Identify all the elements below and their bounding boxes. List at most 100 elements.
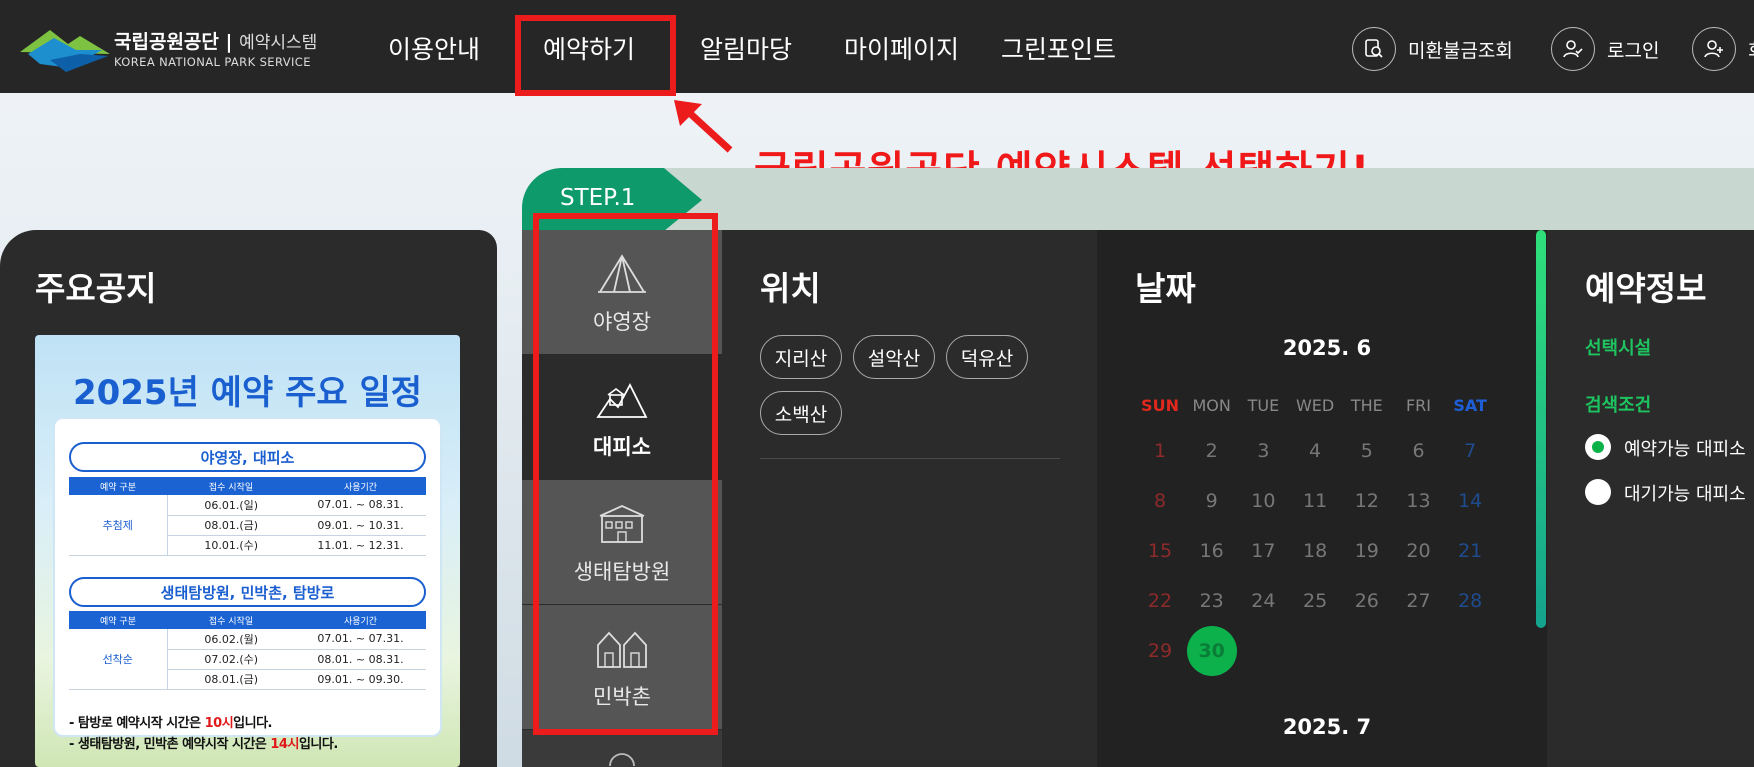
radio-available[interactable]: [1585, 434, 1611, 460]
month-label: 2025. 7: [1282, 715, 1372, 739]
reservation-info-title: 예약정보: [1585, 269, 1707, 308]
calendar-day[interactable]: 2: [1187, 426, 1237, 476]
selected-facility-label: 선택시설: [1585, 338, 1652, 359]
calendar-day[interactable]: 13: [1394, 476, 1444, 526]
mountain-logo-icon: [20, 30, 110, 72]
calendar-day[interactable]: 8: [1135, 476, 1185, 526]
calendar-day[interactable]: 22: [1135, 576, 1185, 626]
poster-note-2: - 생태탐방원, 민박촌 예약시작 시간은 14시입니다.: [69, 737, 338, 752]
month-label: 2025. 6: [1282, 336, 1372, 360]
calendar-day[interactable]: 28: [1445, 576, 1495, 626]
nav-highlight-box: [515, 15, 676, 96]
weekday-header: WED: [1295, 396, 1335, 415]
poster-title: 2025년 예약 주요 일정: [72, 373, 423, 413]
calendar-day[interactable]: 5: [1342, 426, 1392, 476]
location-chip-deogyusan[interactable]: 덕유산: [946, 335, 1028, 379]
location-chip-seoraksan[interactable]: 설악산: [853, 335, 935, 379]
calendar-day[interactable]: 27: [1394, 576, 1444, 626]
radio-waitlist[interactable]: [1585, 479, 1611, 505]
calendar-day[interactable]: 25: [1290, 576, 1340, 626]
calendar-day[interactable]: 1: [1135, 426, 1185, 476]
col-header: 예약 구분: [69, 611, 167, 629]
calendar-day[interactable]: 12: [1342, 476, 1392, 526]
login-button[interactable]: 로그인: [1551, 27, 1659, 71]
table-cell: 06.02.(월): [167, 629, 295, 650]
calendar-day[interactable]: 4: [1290, 426, 1340, 476]
weekday-header: SAT: [1453, 396, 1487, 415]
logo-title: 국립공원공단 | 예약시스템: [114, 31, 318, 53]
weekday-header: MON: [1192, 396, 1231, 415]
weekday-header: TUE: [1247, 396, 1280, 415]
calendar-day[interactable]: 20: [1394, 526, 1444, 576]
schedule-poster[interactable]: 2025년 예약 주요 일정 야영장, 대피소 예약 구분 접수 시작일 사용기…: [35, 335, 460, 767]
scrollbar[interactable]: [1536, 230, 1546, 628]
table-cell: 11.01. ~ 12.31.: [295, 535, 426, 556]
nav-guide[interactable]: 이용안내: [388, 30, 480, 66]
calendar-day[interactable]: 16: [1187, 526, 1237, 576]
top-navigation-bar: 국립공원공단 | 예약시스템 KOREA NATIONAL PARK SERVI…: [0, 0, 1754, 93]
table-cell: 06.01.(일): [167, 495, 295, 516]
search-condition-label: 검색조건: [1585, 395, 1652, 416]
calendar-day[interactable]: 14: [1445, 476, 1495, 526]
table-cell: 08.01. ~ 08.31.: [295, 649, 426, 670]
poster-table-1: 예약 구분 접수 시작일 사용기간 추첨제 06.01.(일) 07.01. ~…: [69, 477, 426, 556]
table-cell: 07.01. ~ 08.31.: [295, 495, 426, 516]
location-panel: [722, 230, 1097, 767]
col-header: 접수 시작일: [167, 611, 295, 629]
arrow-icon: [674, 100, 733, 153]
table-row: 선착순 06.02.(월) 07.01. ~ 07.31.: [69, 629, 426, 690]
table-row: 추첨제 06.01.(일) 07.01. ~ 08.31.: [69, 495, 426, 556]
calendar-day[interactable]: 9: [1187, 476, 1237, 526]
calendar-day[interactable]: 15: [1135, 526, 1185, 576]
knps-logo[interactable]: 국립공원공단 | 예약시스템 KOREA NATIONAL PARK SERVI…: [20, 22, 340, 74]
table-cell: 10.01.(수): [167, 535, 295, 556]
location-chip-sobaeksan[interactable]: 소백산: [760, 391, 842, 435]
col-header: 접수 시작일: [167, 477, 295, 495]
calendar-day[interactable]: 23: [1187, 576, 1237, 626]
refund-inquiry-button[interactable]: 미환불금조회: [1352, 27, 1513, 71]
calendar-day[interactable]: 6: [1394, 426, 1444, 476]
weekday-header: FRI: [1405, 396, 1432, 415]
col-header: 사용기간: [295, 611, 426, 629]
table-cell: 08.01.(금): [167, 669, 295, 690]
calendar-day[interactable]: 7: [1445, 426, 1495, 476]
table-cell: 09.01. ~ 09.30.: [295, 669, 426, 690]
calendar-day[interactable]: 19: [1342, 526, 1392, 576]
user-add-icon: [1692, 27, 1736, 71]
calendar-day[interactable]: 29: [1135, 626, 1185, 676]
weekday-header: SUN: [1141, 396, 1179, 415]
date-title: 날짜: [1135, 269, 1196, 308]
calendar-day[interactable]: 11: [1290, 476, 1340, 526]
location-divider: [760, 458, 1060, 459]
poster-section-2: 생태탐방원, 민박촌, 탐방로: [69, 577, 426, 607]
location-title: 위치: [760, 269, 821, 308]
step-label: STEP.1: [560, 185, 636, 211]
calendar-day[interactable]: 18: [1290, 526, 1340, 576]
document-search-icon: [1352, 27, 1396, 71]
table-cell: 09.01. ~ 10.31.: [295, 515, 426, 536]
weekday-header: THE: [1350, 396, 1383, 415]
calendar-day[interactable]: 26: [1342, 576, 1392, 626]
radio-waitlist-label: 대기가능 대피소: [1624, 484, 1746, 505]
nav-notice[interactable]: 알림마당: [700, 30, 792, 66]
category-highlight-box: [533, 213, 718, 735]
group-cell: 선착순: [69, 629, 168, 690]
more-category-icon: [609, 753, 635, 767]
notice-title: 주요공지: [35, 269, 157, 308]
signup-label: 회: [1748, 36, 1754, 63]
user-check-icon: [1551, 27, 1595, 71]
signup-button[interactable]: 회: [1692, 27, 1754, 71]
nav-greenpoint[interactable]: 그린포인트: [1001, 30, 1116, 66]
nav-mypage[interactable]: 마이페이지: [844, 30, 959, 66]
refund-inquiry-label: 미환불금조회: [1408, 39, 1513, 62]
location-chip-jirisan[interactable]: 지리산: [760, 335, 842, 379]
login-label: 로그인: [1607, 39, 1660, 62]
calendar-day[interactable]: 30: [1186, 626, 1237, 676]
table-cell: 08.01.(금): [167, 515, 295, 536]
poster-section-1: 야영장, 대피소: [69, 442, 426, 472]
col-header: 예약 구분: [69, 477, 167, 495]
col-header: 사용기간: [295, 477, 426, 495]
table-cell: 07.02.(수): [167, 649, 295, 670]
radio-available-label: 예약가능 대피소: [1624, 439, 1746, 460]
calendar-day[interactable]: 21: [1445, 526, 1495, 576]
